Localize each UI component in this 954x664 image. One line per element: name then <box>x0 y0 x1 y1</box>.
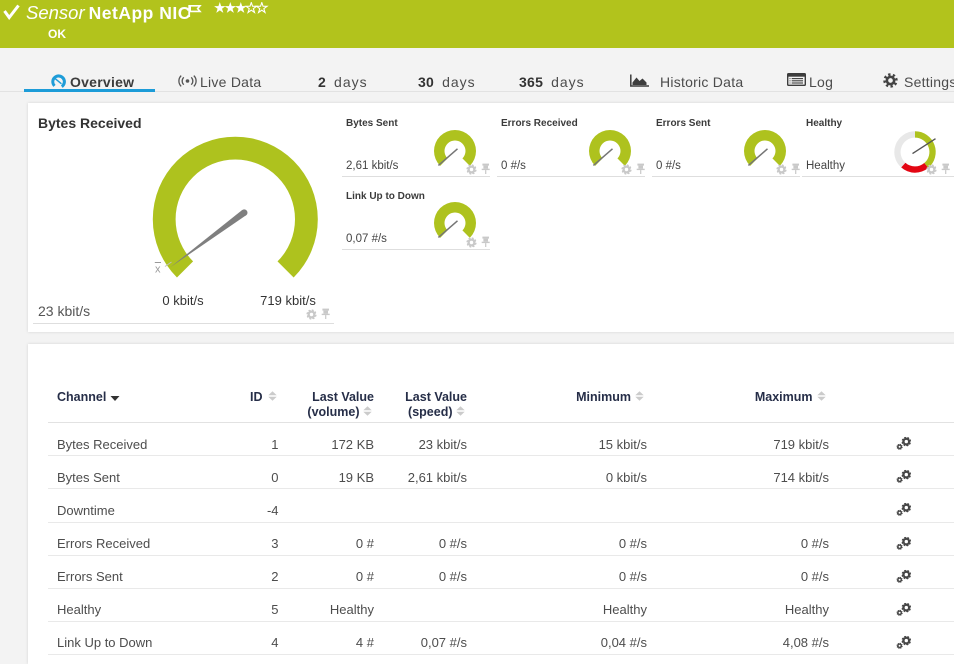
svg-text:x: x <box>155 264 161 276</box>
